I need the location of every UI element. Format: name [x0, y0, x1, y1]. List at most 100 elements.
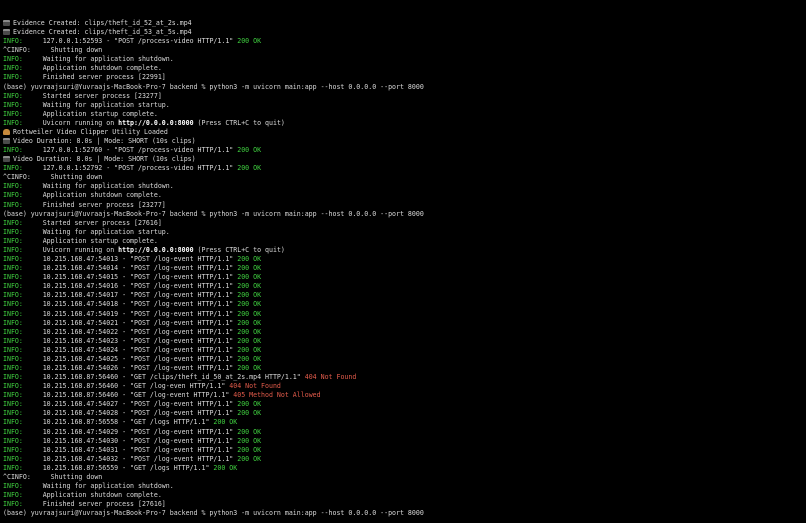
- log-level: INFO:: [3, 327, 23, 336]
- log-message: 10.215.168.87:56460 - "GET /clips/theft_…: [22, 373, 305, 382]
- log-message: 10.215.168.47:54028 - "POST /log-event H…: [22, 409, 238, 418]
- log-message: 10.215.168.47:54019 - "POST /log-event H…: [22, 309, 238, 318]
- terminal-line: INFO: 10.215.168.87:56559 - "GET /logs H…: [3, 464, 803, 473]
- log-level: ^CINFO:: [3, 173, 31, 182]
- terminal-line: INFO: 10.215.168.47:54027 - "POST /log-e…: [3, 400, 803, 409]
- log-message: (base) yuvraajsuri@Yuvraajs-MacBook-Pro-…: [3, 509, 424, 518]
- terminal-line: INFO: Application shutdown complete.: [3, 64, 803, 73]
- log-message: Started server process [23277]: [22, 91, 162, 100]
- http-status: 200 OK: [237, 146, 262, 155]
- terminal-line: Evidence Created: clips/theft_id_52_at_2…: [3, 19, 803, 28]
- http-status: 200 OK: [237, 255, 262, 264]
- http-status: 200 OK: [237, 273, 262, 282]
- log-message: (base) yuvraajsuri@Yuvraajs-MacBook-Pro-…: [3, 209, 424, 218]
- http-status: 200 OK: [237, 363, 262, 372]
- log-level: INFO:: [3, 109, 23, 118]
- log-level: INFO:: [3, 436, 23, 445]
- log-message: Uvicorn running on: [22, 245, 119, 254]
- terminal-line: INFO: 10.215.168.47:54026 - "POST /log-e…: [3, 364, 803, 373]
- terminal-line: INFO: 10.215.168.47:54019 - "POST /log-e…: [3, 310, 803, 319]
- log-message: Waiting for application shutdown.: [22, 55, 174, 64]
- log-level: INFO:: [3, 55, 23, 64]
- log-level: INFO:: [3, 182, 23, 191]
- http-status: 200 OK: [237, 327, 262, 336]
- terminal-line: INFO: 10.215.168.47:54025 - "POST /log-e…: [3, 355, 803, 364]
- clapper-icon: [3, 156, 10, 163]
- http-status: 200 OK: [237, 409, 262, 418]
- log-message: 10.215.168.47:54030 - "POST /log-event H…: [22, 436, 238, 445]
- log-level: INFO:: [3, 164, 23, 173]
- terminal-line: INFO: 10.215.168.47:54013 - "POST /log-e…: [3, 255, 803, 264]
- log-level: INFO:: [3, 37, 23, 46]
- http-status: 200 OK: [237, 318, 262, 327]
- log-message: 10.215.168.87:56558 - "GET /logs HTTP/1.…: [22, 418, 214, 427]
- log-message: Application shutdown complete.: [22, 191, 162, 200]
- terminal-line: INFO: 10.215.168.47:54030 - "POST /log-e…: [3, 437, 803, 446]
- log-level: INFO:: [3, 291, 23, 300]
- log-message: 10.215.168.47:54017 - "POST /log-event H…: [22, 291, 238, 300]
- terminal-line: INFO: Application shutdown complete.: [3, 491, 803, 500]
- log-message: 10.215.168.47:54032 - "POST /log-event H…: [22, 454, 238, 463]
- dog-icon: [3, 128, 10, 135]
- log-level: INFO:: [3, 481, 23, 490]
- terminal-line: INFO: Application shutdown complete.: [3, 191, 803, 200]
- terminal-line: INFO: 10.215.168.87:56460 - "GET /clips/…: [3, 373, 803, 382]
- http-status: 405 Method Not Allowed: [233, 391, 321, 400]
- log-message: Shutting down: [30, 173, 103, 182]
- log-message: 127.0.0.1:52760 - "POST /process-video H…: [22, 146, 238, 155]
- log-message: 127.0.0.1:52593 - "POST /process-video H…: [22, 37, 238, 46]
- terminal-line: INFO: 10.215.168.47:54014 - "POST /log-e…: [3, 264, 803, 273]
- terminal-line: INFO: Started server process [27616]: [3, 219, 803, 228]
- log-level: ^CINFO:: [3, 46, 31, 55]
- log-level: INFO:: [3, 73, 23, 82]
- log-level: INFO:: [3, 336, 23, 345]
- log-level: INFO:: [3, 418, 23, 427]
- http-status: 200 OK: [213, 463, 238, 472]
- http-status: 200 OK: [237, 354, 262, 363]
- terminal-line: INFO: 10.215.168.47:54022 - "POST /log-e…: [3, 328, 803, 337]
- terminal-line: INFO: Started server process [23277]: [3, 92, 803, 101]
- terminal-line: INFO: Application startup complete.: [3, 237, 803, 246]
- log-level: INFO:: [3, 500, 23, 509]
- terminal-line: INFO: 10.215.168.47:54031 - "POST /log-e…: [3, 446, 803, 455]
- terminal-line: Rottweiler Video Clipper Utility Loaded: [3, 128, 803, 137]
- log-level: INFO:: [3, 264, 23, 273]
- log-message: Video Duration: 8.0s | Mode: SHORT (10s …: [13, 137, 196, 146]
- http-status: 200 OK: [237, 336, 262, 345]
- log-level: INFO:: [3, 391, 23, 400]
- terminal-line: INFO: Waiting for application shutdown.: [3, 482, 803, 491]
- http-status: 200 OK: [237, 345, 262, 354]
- http-status: 200 OK: [237, 282, 262, 291]
- log-message: Application shutdown complete.: [22, 64, 162, 73]
- log-level: INFO:: [3, 445, 23, 454]
- log-message: Evidence Created: clips/theft_id_52_at_2…: [13, 19, 192, 27]
- terminal-line: INFO: 10.215.168.47:54015 - "POST /log-e…: [3, 273, 803, 282]
- log-message: 10.215.168.47:54027 - "POST /log-event H…: [22, 400, 238, 409]
- log-message: Application shutdown complete.: [22, 491, 162, 500]
- terminal-line: Video Duration: 8.0s | Mode: SHORT (10s …: [3, 155, 803, 164]
- log-level: ^CINFO:: [3, 472, 31, 481]
- http-status: 200 OK: [213, 418, 238, 427]
- log-message: Finished server process [23277]: [22, 200, 166, 209]
- log-level: INFO:: [3, 218, 23, 227]
- log-level: INFO:: [3, 354, 23, 363]
- log-level: INFO:: [3, 191, 23, 200]
- log-message: Application startup complete.: [22, 109, 158, 118]
- terminal-line: INFO: Uvicorn running on http://0.0.0.0:…: [3, 119, 803, 128]
- log-level: INFO:: [3, 255, 23, 264]
- log-message: Application startup complete.: [22, 236, 158, 245]
- clapper-icon: [3, 20, 10, 26]
- terminal-line: INFO: 10.215.168.47:54028 - "POST /log-e…: [3, 409, 803, 418]
- log-message: 10.215.168.47:54023 - "POST /log-event H…: [22, 336, 238, 345]
- http-status: 200 OK: [237, 400, 262, 409]
- log-level: INFO:: [3, 273, 23, 282]
- log-level: INFO:: [3, 400, 23, 409]
- terminal-line: (base) yuvraajsuri@Yuvraajs-MacBook-Pro-…: [3, 210, 803, 219]
- log-message: 10.215.168.87:56559 - "GET /logs HTTP/1.…: [22, 463, 214, 472]
- terminal-line: INFO: Waiting for application shutdown.: [3, 182, 803, 191]
- terminal-line: INFO: Waiting for application startup.: [3, 228, 803, 237]
- log-message: Evidence Created: clips/theft_id_53_at_5…: [13, 28, 192, 37]
- log-message: 10.215.168.47:54016 - "POST /log-event H…: [22, 282, 238, 291]
- log-message: (base) yuvraajsuri@Yuvraajs-MacBook-Pro-…: [3, 82, 424, 91]
- terminal-output[interactable]: Evidence Created: clips/theft_id_52_at_2…: [3, 19, 803, 518]
